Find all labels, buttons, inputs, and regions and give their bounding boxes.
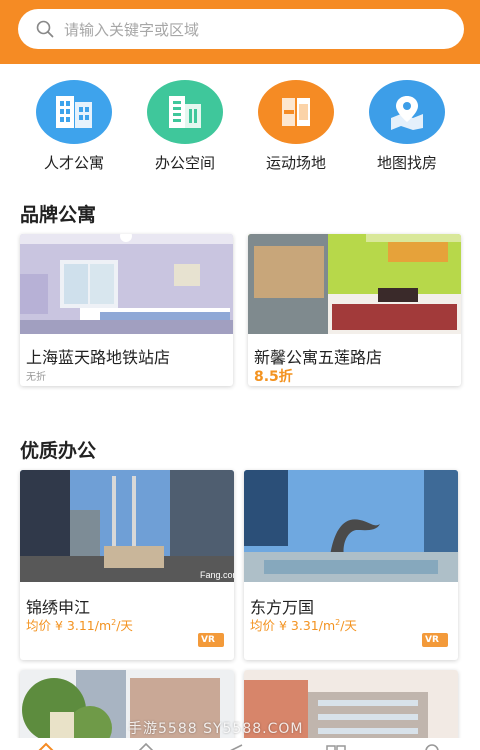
category-label: 运动场地 (265, 154, 326, 172)
search-icon (36, 18, 58, 40)
office-price: 均价 ¥ 3.31/m2/天 (250, 617, 357, 633)
home-icon[interactable] (34, 738, 58, 750)
discount-label: 无折 (26, 372, 46, 383)
category-label: 办公空间 (154, 154, 215, 172)
grid-icon[interactable] (324, 738, 348, 750)
watermark: 手游5588 SY5588.COM (128, 721, 304, 737)
bottom-tab-bar (0, 738, 480, 750)
vr-badge[interactable]: VR (198, 633, 224, 647)
category-row: 人才公寓 办公空间 运动场地 地图找房 (0, 76, 480, 176)
category-talent-apartment[interactable]: 人才公寓 (29, 76, 119, 173)
top-header: 请输入关键字或区域 (0, 0, 480, 64)
photo-credit: Fang.com (200, 570, 234, 580)
apartment-card[interactable]: 新馨公寓五莲路店 8.5折 (248, 234, 461, 386)
office-card[interactable]: Fang.com 锦绣申江 均价 ¥ 3.11/m2/天 VR (20, 470, 234, 660)
search-bar[interactable]: 请输入关键字或区域 (18, 9, 464, 49)
profile-icon[interactable] (420, 738, 444, 750)
office-photo: Fang.com (20, 470, 234, 582)
category-label: 地图找房 (376, 154, 437, 172)
search-placeholder: 请输入关键字或区域 (64, 20, 200, 39)
category-label: 人才公寓 (43, 154, 104, 172)
apartment-building-icon (36, 80, 112, 144)
category-office-space[interactable]: 办公空间 (140, 76, 230, 173)
apartment-photo (248, 234, 461, 334)
discover-icon[interactable] (134, 738, 158, 750)
apartment-card[interactable]: 上海蓝天路地铁站店 无折 (20, 234, 233, 386)
category-map-search[interactable]: 地图找房 (362, 76, 452, 173)
office-card[interactable]: 东方万国 均价 ¥ 3.31/m2/天 VR (244, 470, 458, 660)
brand-apartments-title: 品牌公寓 (20, 204, 97, 226)
category-sports-venue[interactable]: 运动场地 (251, 76, 341, 173)
send-icon[interactable] (222, 738, 246, 750)
apartment-photo (20, 234, 233, 334)
apartment-name: 新馨公寓五莲路店 (254, 348, 383, 367)
office-photo (244, 470, 458, 582)
quality-office-title: 优质办公 (20, 440, 97, 462)
apartment-name: 上海蓝天路地铁站店 (26, 348, 171, 367)
office-price: 均价 ¥ 3.11/m2/天 (26, 617, 133, 633)
discount-label: 8.5折 (254, 369, 293, 385)
sports-venue-icon (258, 80, 334, 144)
office-building-icon (147, 80, 223, 144)
vr-badge[interactable]: VR (422, 633, 448, 647)
map-pin-icon (369, 80, 445, 144)
